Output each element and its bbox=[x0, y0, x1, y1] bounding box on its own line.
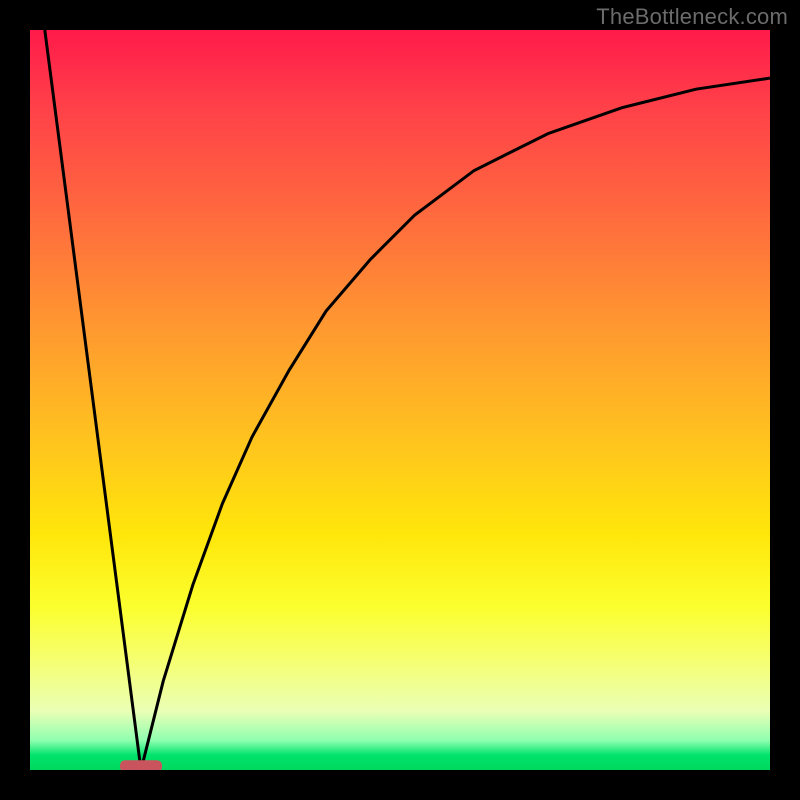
optimum-marker bbox=[120, 760, 162, 770]
watermark-text: TheBottleneck.com bbox=[596, 4, 788, 30]
chart-frame: TheBottleneck.com bbox=[0, 0, 800, 800]
curve-layer bbox=[30, 30, 770, 770]
left-branch-line bbox=[45, 30, 141, 770]
plot-area bbox=[30, 30, 770, 770]
right-branch-line bbox=[141, 78, 770, 770]
